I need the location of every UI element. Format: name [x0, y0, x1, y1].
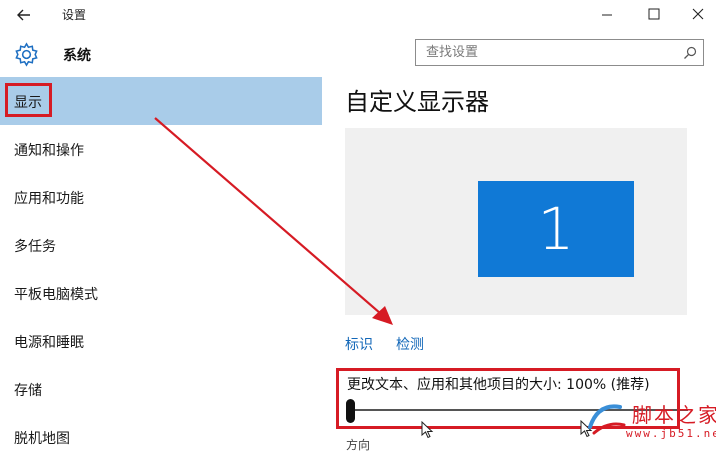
sidebar-item-apps[interactable]: 应用和功能 — [0, 173, 322, 221]
sidebar-item-tablet-mode[interactable]: 平板电脑模式 — [0, 269, 322, 317]
sidebar-item-power[interactable]: 电源和睡眠 — [0, 317, 322, 365]
sidebar-item-label: 存储 — [14, 383, 42, 399]
search-input[interactable] — [416, 40, 676, 65]
title-bar: 设置 — [0, 0, 716, 30]
orientation-label: 方向 — [346, 438, 371, 452]
search-box[interactable] — [415, 39, 704, 66]
back-button[interactable] — [12, 4, 36, 26]
section-title: 系统 — [63, 48, 91, 64]
watermark-text: 脚本之家 — [632, 403, 716, 427]
sidebar-item-label: 电源和睡眠 — [14, 335, 84, 351]
watermark: 脚本之家 www.jb51.net — [582, 395, 716, 447]
window-title: 设置 — [62, 8, 87, 22]
sidebar-item-label: 多任务 — [14, 239, 56, 255]
sidebar-item-display[interactable]: 显示 — [0, 77, 322, 125]
mouse-cursor-icon — [421, 421, 434, 439]
sidebar-item-storage[interactable]: 存储 — [0, 365, 322, 413]
page-title: 自定义显示器 — [345, 88, 489, 116]
sidebar-item-multitasking[interactable]: 多任务 — [0, 221, 322, 269]
watermark-url: www.jb51.net — [626, 427, 716, 440]
minimize-button[interactable] — [593, 3, 621, 25]
sidebar-item-label: 平板电脑模式 — [14, 287, 98, 303]
gear-icon — [15, 42, 38, 67]
close-button[interactable] — [684, 3, 712, 25]
back-arrow-icon — [17, 9, 30, 21]
monitor-tile[interactable]: 1 — [478, 181, 634, 277]
sidebar: 显示 通知和操作 应用和功能 多任务 平板电脑模式 电源和睡眠 存储 脱机地图 — [0, 77, 322, 447]
minimize-icon — [602, 14, 612, 16]
sidebar-item-label: 应用和功能 — [14, 191, 84, 207]
watermark-logo-icon — [588, 404, 626, 435]
sidebar-item-label: 脱机地图 — [14, 431, 70, 447]
close-icon — [692, 8, 704, 20]
annotation-highlight-box — [5, 83, 52, 117]
identify-link[interactable]: 标识 — [345, 334, 373, 354]
display-preview-area: 1 — [345, 128, 687, 315]
sidebar-item-label: 通知和操作 — [14, 143, 84, 159]
maximize-button[interactable] — [640, 3, 668, 25]
search-icon[interactable] — [682, 45, 698, 61]
sidebar-item-notifications[interactable]: 通知和操作 — [0, 125, 322, 173]
detect-link[interactable]: 检测 — [396, 334, 424, 354]
sidebar-item-offline-maps[interactable]: 脱机地图 — [0, 413, 322, 461]
maximize-icon — [648, 8, 660, 20]
